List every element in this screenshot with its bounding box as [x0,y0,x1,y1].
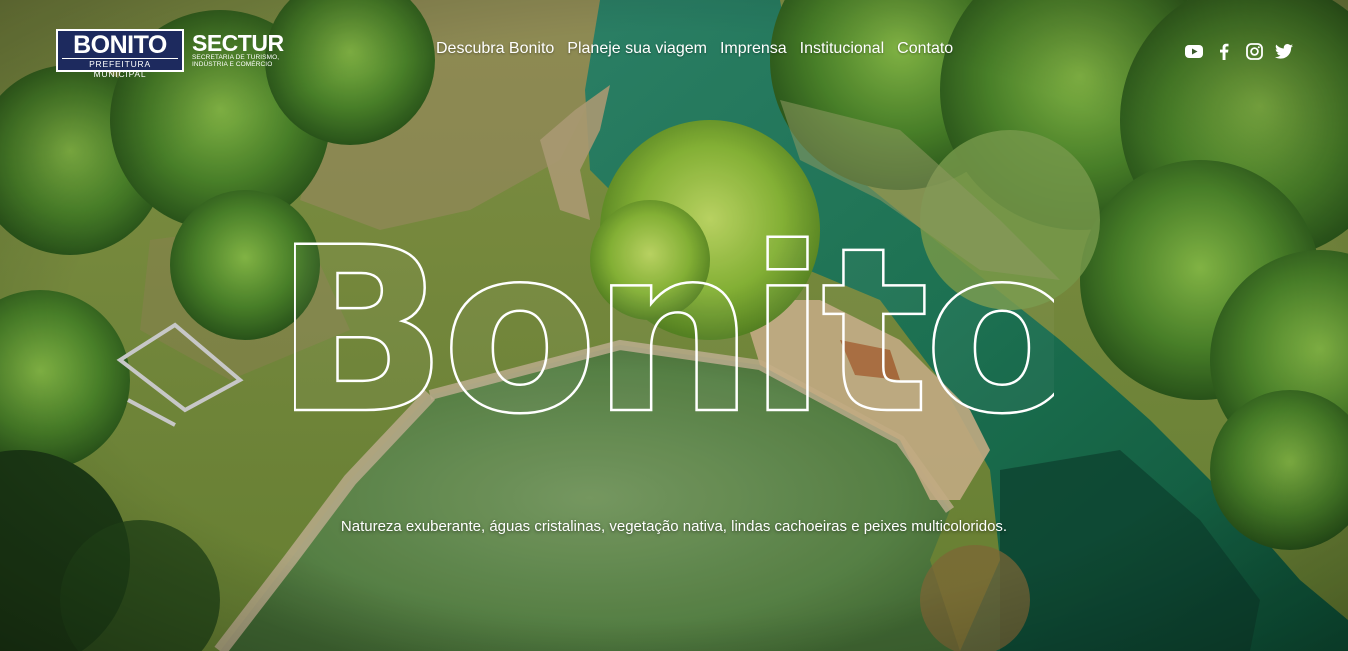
sectur-logo-subtitle-1: Secretaria de Turismo, [192,54,280,61]
hero-title-text: Bonito [294,212,1054,432]
sectur-logo-subtitle-2: Indústria e Comércio [192,61,273,68]
nav-link-descubra-bonito[interactable]: Descubra Bonito [436,40,554,58]
hero-tagline: Natureza exuberante, águas cristalinas, … [340,518,1008,535]
hero-title: Bonito [294,212,1054,432]
nav-link-imprensa[interactable]: Imprensa [720,40,787,58]
facebook-icon[interactable] [1214,41,1234,61]
sectur-logo[interactable]: SECTUR Secretaria de Turismo, Indústria … [192,30,292,69]
hero-section: BONITO PREFEITURA MUNICIPAL SECTUR Secre… [0,0,1348,651]
prefeitura-logo-name: BONITO [73,31,167,59]
nav-link-institucional[interactable]: Institucional [800,40,885,58]
prefeitura-logo-subtitle: PREFEITURA MUNICIPAL [62,58,178,79]
youtube-icon[interactable] [1184,41,1204,61]
main-nav: Descubra Bonito Planeje sua viagem Impre… [436,40,966,58]
hero-title-wrapper: Bonito [0,212,1348,432]
twitter-icon[interactable] [1274,41,1294,61]
nav-link-planeje-sua-viagem[interactable]: Planeje sua viagem [567,40,707,58]
sectur-logo-name: SECTUR [192,30,284,56]
social-links [1184,41,1304,61]
nav-link-contato[interactable]: Contato [897,40,953,58]
prefeitura-logo[interactable]: BONITO PREFEITURA MUNICIPAL [56,29,184,79]
instagram-icon[interactable] [1244,41,1264,61]
